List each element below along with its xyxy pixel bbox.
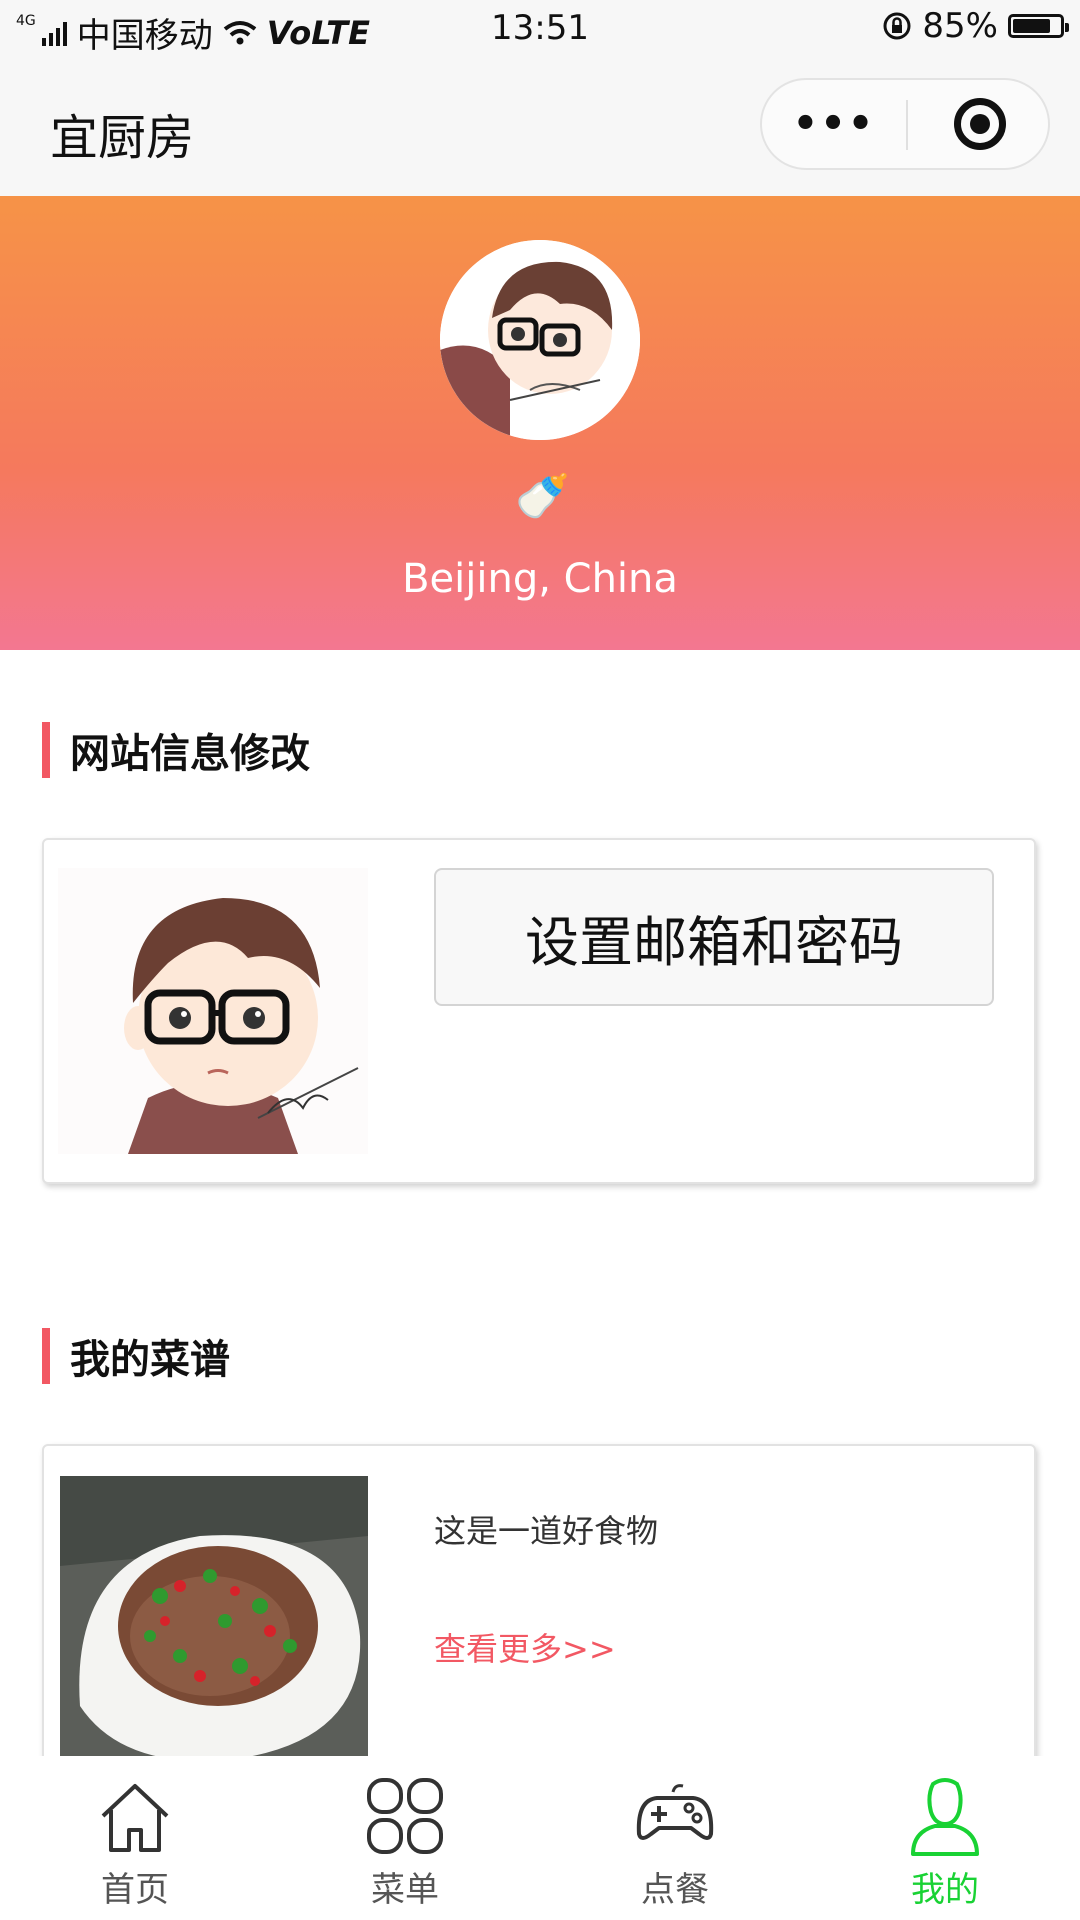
nav-bar: 宜厨房 ••• <box>0 56 1080 196</box>
close-miniprogram-button[interactable] <box>908 80 1052 168</box>
battery-icon <box>1008 14 1069 38</box>
menu-grid-icon <box>367 1778 443 1854</box>
user-location: Beijing, China <box>402 556 678 602</box>
tab-mine-label: 我的 <box>911 1870 979 1910</box>
tab-menu-label: 菜单 <box>371 1870 439 1910</box>
miniprogram-capsule: ••• <box>760 78 1050 170</box>
gamepad-icon <box>636 1784 714 1840</box>
view-more-link[interactable]: 查看更多>> <box>434 1624 616 1670</box>
section-site-header: 网站信息修改 <box>42 722 310 778</box>
home-icon <box>101 1784 169 1852</box>
recipe-description: 这是一道好食物 <box>434 1512 659 1550</box>
battery-percent: 85% <box>922 6 998 46</box>
tab-menu[interactable]: 菜单 <box>270 1756 540 1920</box>
site-settings-card: 设置邮箱和密码 <box>42 838 1036 1184</box>
section-recipes-title: 我的菜谱 <box>70 1337 230 1383</box>
status-right: 85% <box>882 6 1069 46</box>
baby-bottle-emoji: 🍼 <box>515 471 570 522</box>
user-icon <box>911 1778 979 1856</box>
section-recipes-header: 我的菜谱 <box>42 1328 230 1384</box>
tab-home[interactable]: 首页 <box>0 1756 270 1920</box>
tab-home-label: 首页 <box>101 1870 169 1910</box>
tab-order-label: 点餐 <box>641 1870 709 1910</box>
section-accent-bar <box>42 1328 50 1384</box>
recipe-image[interactable] <box>60 1476 368 1766</box>
more-icon: ••• <box>792 101 876 147</box>
tab-mine[interactable]: 我的 <box>810 1756 1080 1920</box>
avatar-illustration <box>440 240 640 440</box>
section-site-title: 网站信息修改 <box>70 731 310 777</box>
profile-illustration <box>58 868 368 1154</box>
page-title: 宜厨房 <box>50 110 195 166</box>
target-icon <box>954 98 1006 150</box>
profile-header: 🍼 Beijing, China <box>0 196 1080 650</box>
tab-bar: 首页 菜单 点餐 我的 <box>0 1756 1080 1920</box>
tab-order[interactable]: 点餐 <box>540 1756 810 1920</box>
avatar[interactable] <box>440 240 640 440</box>
rotation-lock-icon <box>883 12 911 40</box>
more-button[interactable]: ••• <box>762 80 906 168</box>
status-bar: 4G 中国移动 VoLTE 13:51 85% <box>0 0 1080 56</box>
set-email-password-button[interactable]: 设置邮箱和密码 <box>434 868 994 1006</box>
section-accent-bar <box>42 722 50 778</box>
